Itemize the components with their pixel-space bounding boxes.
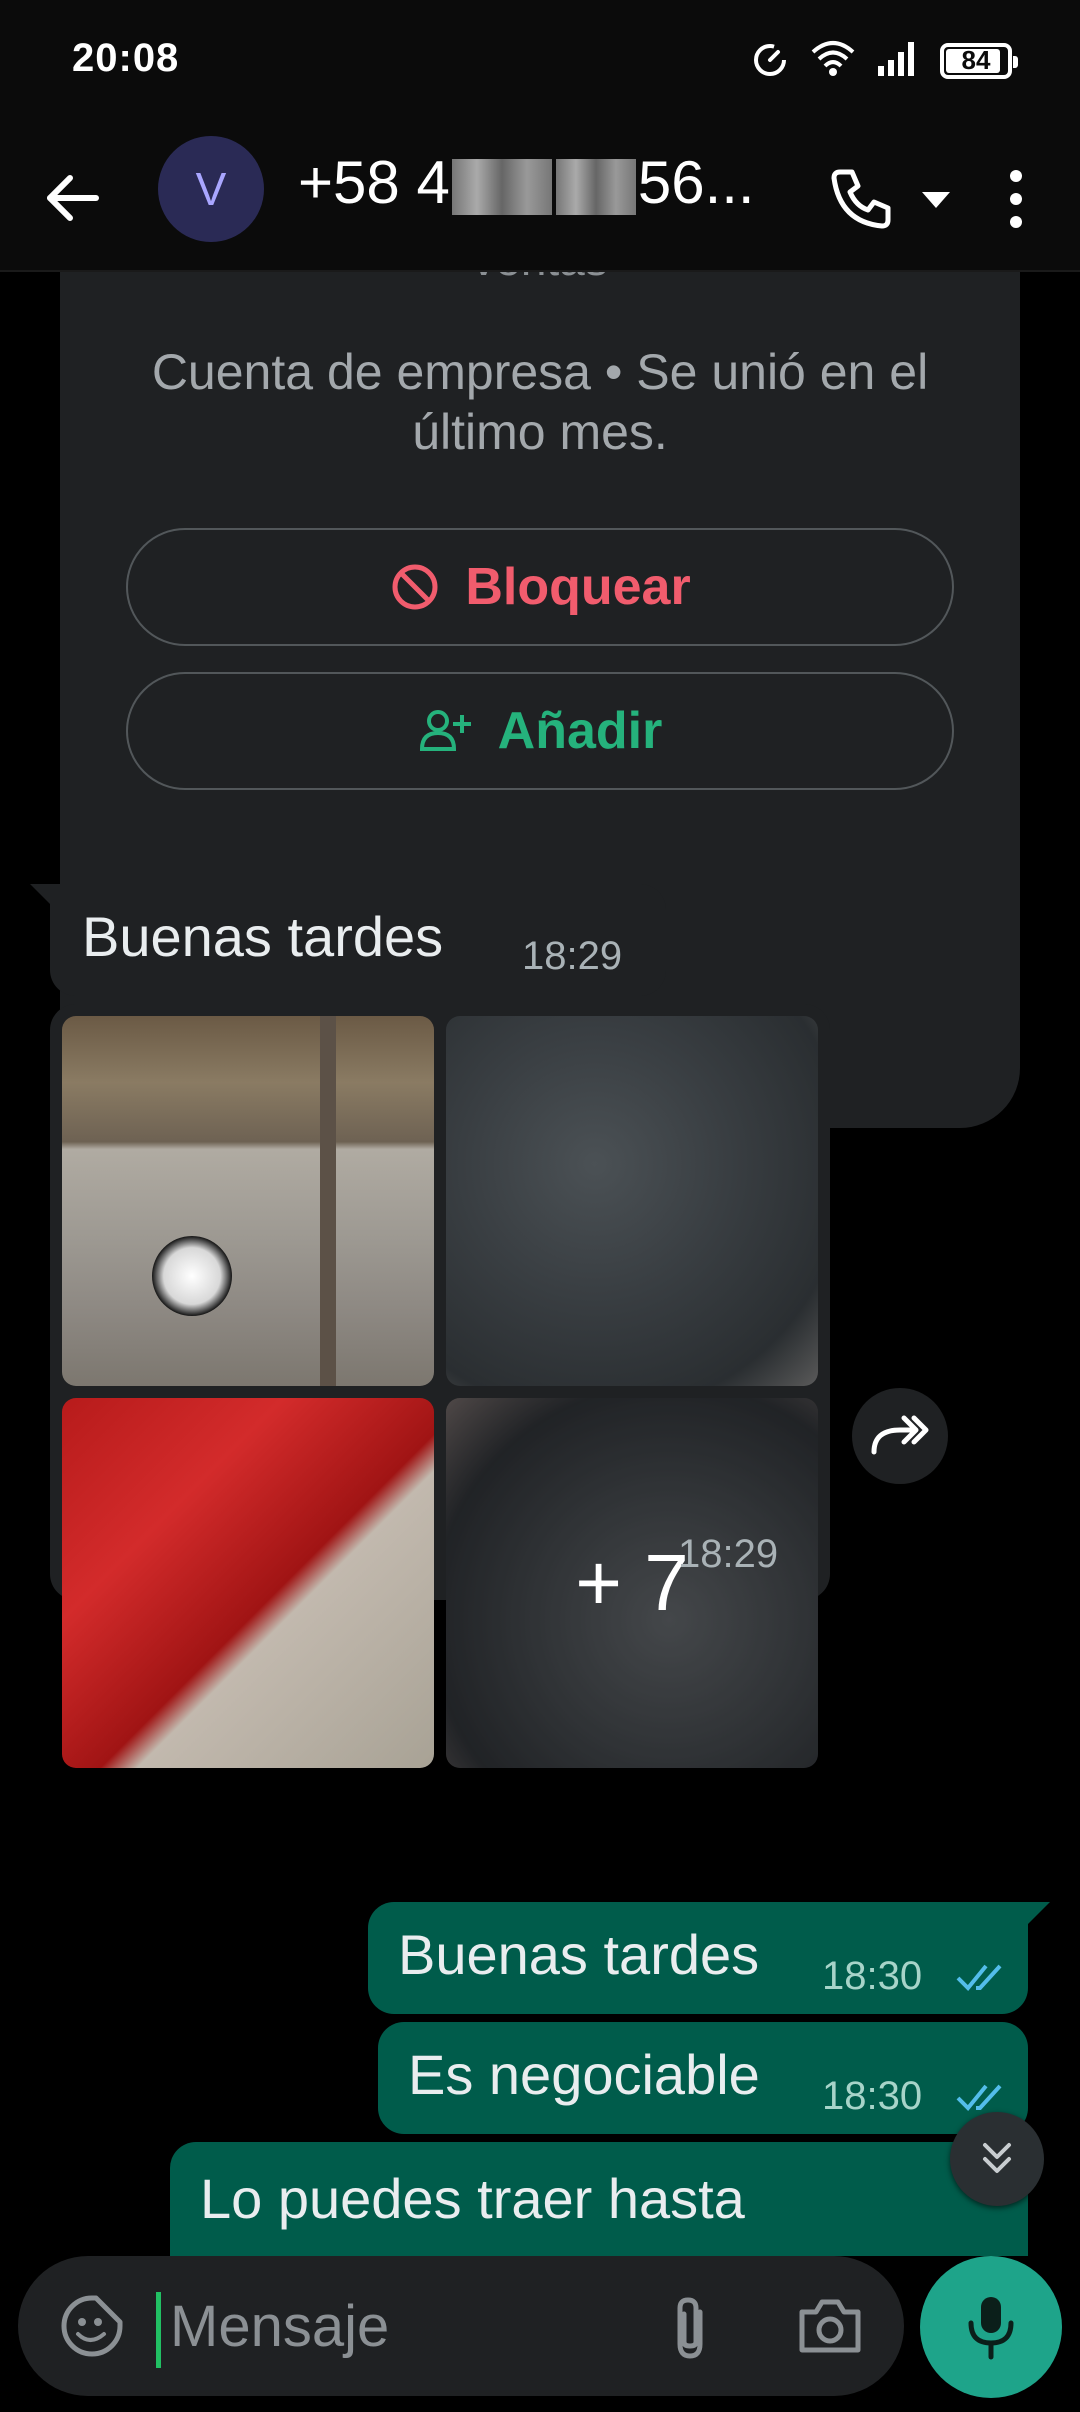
chat-area[interactable]: ventas Cuenta de empresa • Se unió en el… — [0, 272, 1080, 2256]
wifi-icon — [810, 38, 856, 83]
album-photo-more[interactable]: + 7 — [446, 1398, 818, 1768]
redacted-block — [451, 159, 552, 216]
phone-icon — [831, 169, 891, 229]
business-subtitle: Cuenta de empresa • Se unió en el último… — [151, 344, 929, 460]
text-cursor — [156, 2292, 161, 2368]
business-info-card: ventas Cuenta de empresa • Se unió en el… — [60, 272, 1020, 1128]
outgoing-message[interactable]: Lo puedes traer hasta — [170, 2142, 1028, 2256]
contact-name[interactable]: +58 4 56... — [298, 148, 798, 217]
caret-down-icon — [922, 192, 950, 208]
status-icons: 84 — [750, 38, 1018, 83]
message-text: Buenas tardes — [82, 905, 444, 968]
signal-icon — [876, 38, 920, 83]
message-input[interactable] — [168, 2286, 648, 2366]
message-text: Es negociable — [408, 2043, 760, 2106]
voice-message-button[interactable] — [920, 2256, 1062, 2398]
message-time: 18:30 — [822, 1954, 923, 1998]
album-photo[interactable] — [446, 1016, 818, 1386]
outgoing-message[interactable]: Buenas tardes 18:30 — [368, 1902, 1028, 2014]
message-time: 18:29 — [522, 934, 623, 978]
contact-prefix: +58 4 — [298, 149, 450, 216]
attach-button[interactable] — [662, 2292, 718, 2364]
read-receipt-icon — [956, 1964, 1002, 1991]
block-label: Bloquear — [465, 558, 691, 616]
contact-avatar[interactable]: V — [158, 136, 264, 242]
read-receipt-icon — [956, 2084, 1002, 2111]
more-photos-count: + 7 — [446, 1398, 818, 1768]
call-options-button[interactable] — [912, 176, 960, 224]
status-bar: 20:08 84 — [0, 0, 1080, 126]
microphone-icon — [968, 2297, 1014, 2360]
redacted-block — [555, 159, 636, 216]
back-button[interactable] — [40, 166, 104, 230]
message-input-bar — [0, 2256, 1080, 2412]
block-button[interactable]: Bloquear — [126, 528, 954, 646]
camera-icon — [799, 2299, 861, 2353]
album-photo[interactable] — [62, 1398, 434, 1768]
outgoing-message[interactable]: Es negociable 18:30 — [378, 2022, 1028, 2134]
data-saver-icon — [750, 38, 790, 83]
add-label: Añadir — [497, 702, 663, 760]
status-time: 20:08 — [72, 36, 180, 80]
incoming-message[interactable]: Buenas tardes 18:29 — [50, 884, 666, 996]
contact-suffix: 56... — [637, 149, 755, 216]
message-time: 18:30 — [822, 2074, 923, 2118]
message-text: Lo puedes traer hasta — [200, 2167, 745, 2230]
message-time: 18:29 — [678, 1532, 779, 1576]
paperclip-icon — [677, 2297, 703, 2359]
camera-button[interactable] — [796, 2296, 864, 2356]
emoji-button[interactable] — [58, 2292, 126, 2360]
message-input-container[interactable] — [18, 2256, 904, 2396]
voice-call-button[interactable] — [826, 164, 896, 234]
double-chevron-down-icon — [983, 2143, 1011, 2173]
block-icon — [392, 564, 438, 610]
message-text: Buenas tardes — [398, 1923, 760, 1986]
forward-button[interactable] — [852, 1388, 948, 1484]
sticker-icon — [61, 2295, 123, 2357]
add-contact-button[interactable]: Añadir — [126, 672, 954, 790]
more-options-button[interactable] — [986, 162, 1046, 236]
album-photo[interactable] — [62, 1016, 434, 1386]
business-category: ventas — [60, 272, 1020, 286]
battery-percent: 84 — [961, 45, 991, 75]
add-person-icon — [419, 710, 471, 751]
incoming-photo-album[interactable]: + 7 18:29 — [50, 1004, 830, 1768]
more-vertical-icon — [1010, 170, 1022, 228]
battery-indicator: 84 — [940, 42, 1018, 79]
arrow-left-icon — [47, 175, 99, 221]
forward-icon — [871, 1415, 929, 1455]
scroll-to-bottom-button[interactable] — [950, 2112, 1044, 2206]
